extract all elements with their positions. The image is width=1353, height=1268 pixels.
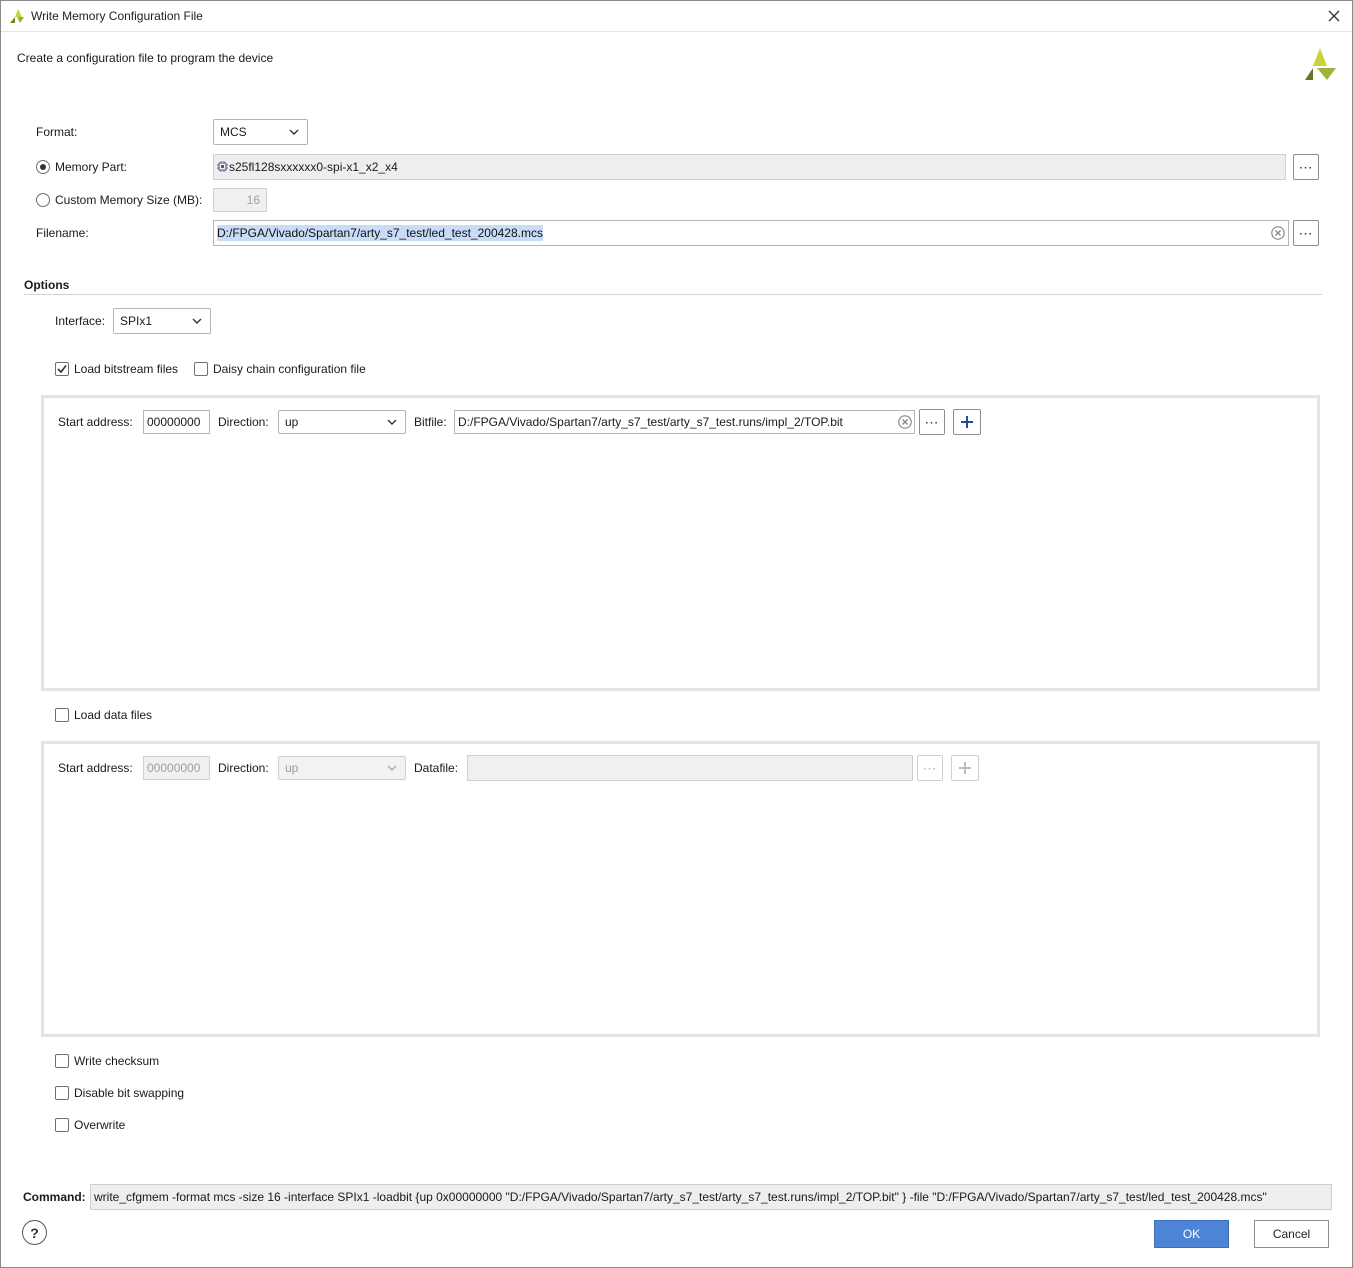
load-data-checkbox[interactable] xyxy=(55,708,69,722)
options-divider xyxy=(24,294,1322,295)
data-direction-select[interactable]: up xyxy=(278,756,406,780)
bitstream-files-panel xyxy=(41,395,1320,691)
memory-part-radio[interactable] xyxy=(36,160,50,174)
data-direction-value: up xyxy=(285,761,299,775)
clear-filename-icon[interactable] xyxy=(1271,226,1285,240)
interface-label: Interface: xyxy=(55,314,106,328)
data-direction-label: Direction: xyxy=(218,761,269,775)
custom-memory-size-label: Custom Memory Size (MB): xyxy=(55,193,203,207)
memory-part-value: s25fl128sxxxxxx0-spi-x1_x2_x4 xyxy=(229,160,398,174)
overwrite-checkbox[interactable] xyxy=(55,1118,69,1132)
dialog-subtitle: Create a configuration file to program t… xyxy=(17,51,274,65)
data-start-address-label: Start address: xyxy=(58,761,133,775)
command-preview[interactable]: write_cfgmem -format mcs -size 16 -inter… xyxy=(90,1184,1332,1210)
command-label: Command: xyxy=(23,1190,86,1204)
close-button[interactable] xyxy=(1320,3,1348,29)
overwrite-label: Overwrite xyxy=(74,1118,126,1132)
write-checksum-checkbox[interactable] xyxy=(55,1054,69,1068)
format-value: MCS xyxy=(220,125,247,139)
daisy-chain-label: Daisy chain configuration file xyxy=(213,362,366,376)
format-select[interactable]: MCS xyxy=(213,119,308,145)
disable-bit-swapping-checkbox[interactable] xyxy=(55,1086,69,1100)
datafile-input[interactable] xyxy=(467,755,913,781)
custom-memory-size-field[interactable]: 16 xyxy=(213,188,267,212)
filename-label: Filename: xyxy=(36,226,89,240)
filename-browse-button[interactable]: ⋯ xyxy=(1293,220,1319,246)
close-icon xyxy=(1328,10,1340,22)
checkmark-icon xyxy=(57,365,67,374)
ok-button[interactable]: OK xyxy=(1154,1220,1229,1248)
format-label: Format: xyxy=(36,125,78,139)
bitfile-label: Bitfile: xyxy=(414,415,447,429)
vivado-brand-logo-icon xyxy=(1305,48,1336,80)
plus-icon xyxy=(959,762,971,774)
title-bar: Write Memory Configuration File xyxy=(1,1,1352,32)
bitfile-input[interactable]: D:/FPGA/Vivado/Spartan7/arty_s7_test/art… xyxy=(454,410,915,434)
plus-icon xyxy=(961,416,973,428)
bitstream-start-address-input[interactable]: 00000000 xyxy=(143,410,210,434)
chip-icon xyxy=(217,161,228,172)
memory-part-browse-button[interactable]: ⋯ xyxy=(1293,154,1319,180)
chevron-down-icon xyxy=(289,129,299,135)
datafile-browse-button[interactable]: ⋯ xyxy=(917,755,943,781)
data-files-panel xyxy=(41,741,1320,1037)
filename-value: D:/FPGA/Vivado/Spartan7/arty_s7_test/led… xyxy=(217,225,543,241)
load-bitstream-label: Load bitstream files xyxy=(74,362,179,376)
write-checksum-label: Write checksum xyxy=(74,1054,160,1068)
interface-value: SPIx1 xyxy=(120,314,153,328)
chevron-down-icon xyxy=(387,419,397,425)
help-button[interactable]: ? xyxy=(22,1220,47,1245)
add-datafile-button[interactable] xyxy=(951,755,979,781)
load-data-label: Load data files xyxy=(74,708,153,722)
bitstream-start-address-label: Start address: xyxy=(58,415,133,429)
datafile-label: Datafile: xyxy=(414,761,459,775)
bitstream-direction-label: Direction: xyxy=(218,415,269,429)
options-section-title: Options xyxy=(24,278,70,292)
bitstream-direction-select[interactable]: up xyxy=(278,410,406,434)
add-bitfile-button[interactable] xyxy=(953,409,981,435)
vivado-logo-icon xyxy=(10,9,24,23)
clear-bitfile-icon[interactable] xyxy=(898,415,912,429)
chevron-down-icon xyxy=(192,318,202,324)
disable-bit-swapping-label: Disable bit swapping xyxy=(74,1086,185,1100)
data-start-address-input[interactable]: 00000000 xyxy=(143,756,210,780)
memory-part-label: Memory Part: xyxy=(55,160,128,174)
chevron-down-icon xyxy=(387,765,397,771)
filename-input[interactable]: D:/FPGA/Vivado/Spartan7/arty_s7_test/led… xyxy=(213,220,1289,246)
custom-memory-size-radio[interactable] xyxy=(36,193,50,207)
window-title: Write Memory Configuration File xyxy=(31,9,203,23)
dialog-window: Write Memory Configuration File Create a… xyxy=(0,0,1353,1268)
bitstream-direction-value: up xyxy=(285,415,299,429)
cancel-button[interactable]: Cancel xyxy=(1254,1220,1329,1248)
load-bitstream-checkbox[interactable] xyxy=(55,362,69,376)
daisy-chain-checkbox[interactable] xyxy=(194,362,208,376)
memory-part-field[interactable]: s25fl128sxxxxxx0-spi-x1_x2_x4 xyxy=(213,154,1286,180)
interface-select[interactable]: SPIx1 xyxy=(113,308,211,334)
bitfile-browse-button[interactable]: ⋯ xyxy=(919,409,945,435)
